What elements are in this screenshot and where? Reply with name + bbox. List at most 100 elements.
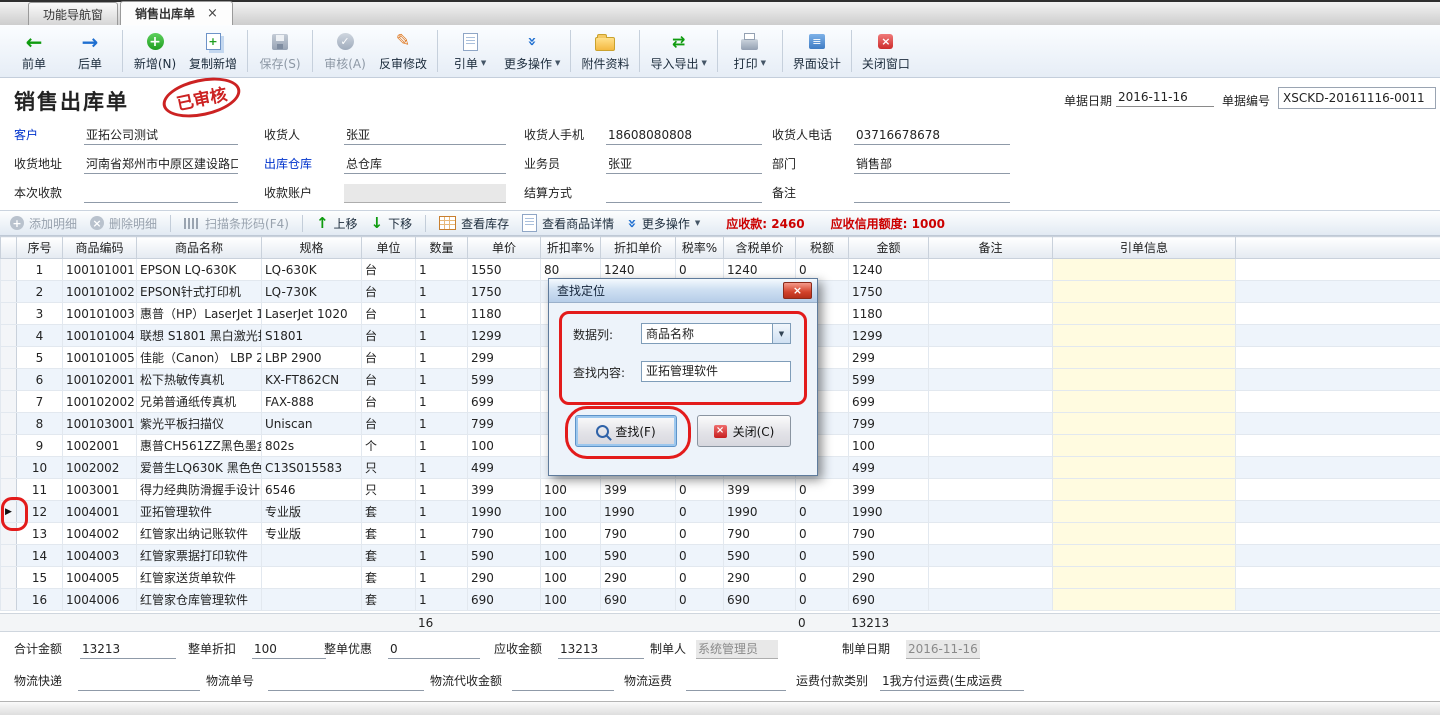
grid-cell[interactable]: 8 [17,413,63,435]
grid-cell[interactable] [929,435,1053,457]
grid-cell[interactable]: 专业版 [262,501,362,523]
grid-cell[interactable]: 台 [362,347,416,369]
footer-field-logistics-express[interactable] [78,672,200,691]
grid-cell[interactable] [929,413,1053,435]
doc-date-field[interactable]: 2016-11-16 [1116,90,1214,107]
grid-cell[interactable]: 290 [601,567,676,589]
grid-cell[interactable]: 6546 [262,479,362,501]
grid-cell[interactable]: 690 [601,589,676,611]
data-column-select[interactable]: 商品名称 ▼ [641,323,791,344]
grid-cell[interactable]: 690 [468,589,541,611]
grid-cell[interactable]: 1 [416,545,468,567]
grid-cell[interactable]: 台 [362,325,416,347]
field-payment[interactable] [84,184,238,203]
field-consignee[interactable]: 张亚 [344,126,506,145]
grid-cell[interactable] [1053,479,1236,501]
detail-button-add-detail[interactable]: +添加明细 [10,215,77,232]
grid-cell[interactable]: 1990 [601,501,676,523]
grid-header-cell[interactable]: 序号 [17,237,63,259]
grid-cell[interactable] [929,589,1053,611]
footer-field-creator[interactable]: 系统管理员 [696,640,778,659]
grid-cell[interactable]: 100 [541,479,601,501]
grid-cell[interactable]: 100 [468,435,541,457]
grid-cell[interactable]: 11 [17,479,63,501]
grid-cell[interactable]: 12 [17,501,63,523]
grid-cell[interactable]: 只 [362,479,416,501]
grid-cell[interactable] [929,347,1053,369]
grid-cell[interactable] [1053,589,1236,611]
tab-function-nav[interactable]: 功能导航窗 [28,2,118,25]
grid-cell[interactable]: 3 [17,303,63,325]
field-department[interactable]: 销售部 [854,155,1010,174]
grid-cell[interactable]: 红管家仓库管理软件 [137,589,262,611]
grid-cell[interactable] [1053,435,1236,457]
grid-header-cell[interactable]: 商品名称 [137,237,262,259]
toolbar-button-audit[interactable]: ✓审核(A) [317,27,373,75]
footer-field-create-date[interactable]: 2016-11-16 [906,640,980,659]
grid-cell[interactable]: 1299 [468,325,541,347]
grid-cell[interactable]: 联想 S1801 黑白激光打印 [137,325,262,347]
grid-cell[interactable]: 100 [541,567,601,589]
toolbar-button-unaudit-modify[interactable]: ✎反审修改 [373,27,433,75]
grid-cell[interactable]: 100101001 [63,259,137,281]
grid-cell[interactable] [929,391,1053,413]
grid-cell[interactable]: 690 [849,589,929,611]
grid-cell[interactable] [929,479,1053,501]
toolbar-button-ref-doc[interactable]: 引单▼ [442,27,498,75]
grid-cell[interactable]: KX-FT862CN [262,369,362,391]
grid-cell[interactable]: 690 [724,589,796,611]
footer-field-freight-pay-type[interactable]: 1我方付运费(生成运费 [880,672,1024,691]
grid-cell[interactable]: 台 [362,281,416,303]
grid-cell[interactable] [1053,523,1236,545]
grid-cell[interactable]: 790 [601,523,676,545]
grid-cell[interactable]: 100 [541,589,601,611]
grid-cell[interactable]: 套 [362,567,416,589]
footer-field-logistics-freight[interactable] [686,672,786,691]
detail-button-more-ops[interactable]: »更多操作▼ [627,215,700,232]
grid-cell[interactable]: 爱普生LQ630K 黑色色带 [137,457,262,479]
find-button[interactable]: 查找(F) [575,415,677,447]
grid-cell[interactable]: 590 [724,545,796,567]
grid-header-cell[interactable]: 引单信息 [1053,237,1236,259]
grid-header-cell[interactable]: 单位 [362,237,416,259]
grid-cell[interactable]: 290 [849,567,929,589]
grid-cell[interactable]: 1 [416,303,468,325]
grid-cell[interactable]: 16 [17,589,63,611]
detail-button-move-up[interactable]: ↑上移 [316,215,358,232]
grid-cell[interactable] [1053,347,1236,369]
grid-cell[interactable]: 590 [468,545,541,567]
grid-cell[interactable]: 100102002 [63,391,137,413]
grid-cell[interactable]: 套 [362,523,416,545]
grid-cell[interactable] [1053,369,1236,391]
grid-cell[interactable]: 590 [601,545,676,567]
grid-cell[interactable]: 个 [362,435,416,457]
grid-cell[interactable]: 1004006 [63,589,137,611]
grid-cell[interactable]: 松下热敏传真机 [137,369,262,391]
grid-cell[interactable]: 1240 [849,259,929,281]
grid-cell[interactable] [1053,457,1236,479]
grid-cell[interactable]: 399 [468,479,541,501]
grid-cell[interactable]: 0 [796,523,849,545]
grid-cell[interactable]: 1003001 [63,479,137,501]
grid-cell[interactable]: 15 [17,567,63,589]
grid-cell[interactable]: 0 [676,501,724,523]
tab-sales-outbound[interactable]: 销售出库单× [120,1,233,25]
grid-cell[interactable] [1053,567,1236,589]
grid-cell[interactable]: 1 [416,457,468,479]
grid-cell[interactable]: 799 [849,413,929,435]
grid-cell[interactable] [1053,303,1236,325]
grid-cell[interactable]: 100101005 [63,347,137,369]
grid-cell[interactable] [1053,325,1236,347]
grid-cell[interactable] [1053,281,1236,303]
dialog-close-icon[interactable]: × [783,282,812,299]
grid-cell[interactable]: 499 [468,457,541,479]
grid-cell[interactable]: 1990 [849,501,929,523]
footer-field-logistics-no[interactable] [268,672,424,691]
grid-cell[interactable] [1053,501,1236,523]
grid-cell[interactable]: 得力经典防滑握手设计圆 [137,479,262,501]
grid-cell[interactable]: 100101004 [63,325,137,347]
footer-field-total-amount[interactable]: 13213 [80,640,176,659]
grid-cell[interactable]: 1004003 [63,545,137,567]
field-warehouse[interactable]: 总仓库 [344,155,506,174]
footer-field-receivable-amount[interactable]: 13213 [558,640,644,659]
